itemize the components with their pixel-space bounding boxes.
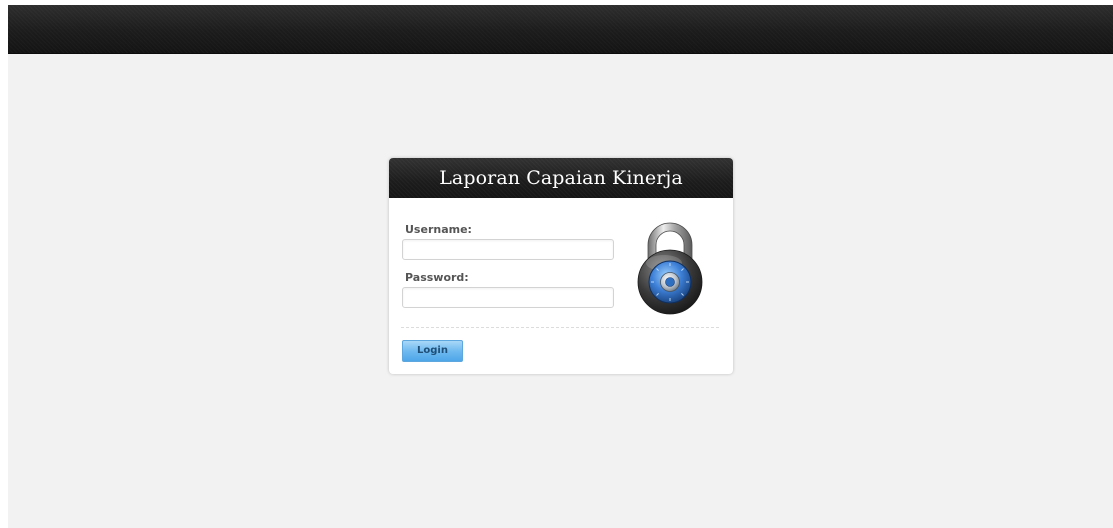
login-title: Laporan Capaian Kinerja: [389, 158, 733, 198]
page-background: Laporan Capaian Kinerja Username: Passwo…: [8, 5, 1113, 528]
username-label: Username:: [405, 223, 472, 236]
password-label: Password:: [405, 271, 469, 284]
password-input[interactable]: [402, 287, 614, 308]
top-navigation-bar: [8, 5, 1113, 54]
padlock-icon: [637, 222, 703, 315]
login-panel: Laporan Capaian Kinerja Username: Passwo…: [389, 158, 733, 374]
form-divider: [401, 327, 719, 328]
username-input[interactable]: [402, 239, 614, 260]
login-button[interactable]: Login: [402, 340, 463, 362]
